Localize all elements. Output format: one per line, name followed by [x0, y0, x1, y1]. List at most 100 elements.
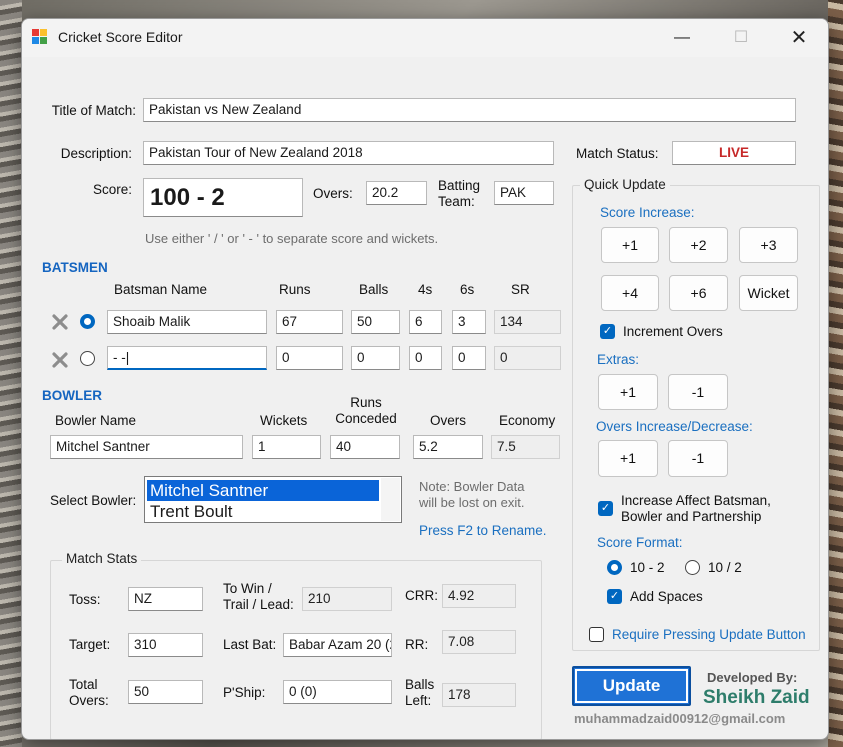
developer-name: Sheikh Zaid — [703, 687, 810, 708]
batsman-2-balls[interactable]: 0 — [351, 346, 400, 370]
bowler-data-note: Note: Bowler Data will be lost on exit. — [419, 479, 525, 510]
batsman-1-sr: 134 — [494, 310, 561, 334]
target-label: Target: — [69, 637, 111, 652]
bowler-overs-input[interactable]: 5.2 — [413, 435, 483, 459]
striker-radio-1[interactable] — [80, 314, 95, 329]
target-input[interactable]: 310 — [128, 633, 203, 657]
score-format-label: Score Format: — [597, 535, 683, 550]
format-dash-radio[interactable] — [607, 560, 622, 575]
add-spaces-checkbox[interactable]: ✓ — [607, 589, 622, 604]
overs-plus-1-button[interactable]: +1 — [598, 440, 658, 477]
description-input[interactable]: Pakistan Tour of New Zealand 2018 — [143, 141, 554, 165]
col-economy: Economy — [499, 413, 556, 428]
maximize-button[interactable]: ☐ — [718, 19, 764, 57]
total-overs-label: Total Overs: — [69, 677, 109, 708]
col-sr: SR — [511, 282, 530, 297]
col-batsman-name: Batsman Name — [114, 282, 208, 297]
increment-overs-checkbox[interactable]: ✓ — [600, 324, 615, 339]
crr-value: 4.92 — [442, 584, 516, 608]
affect-batsman-bowler-label: Increase Affect Batsman, Bowler and Part… — [621, 493, 771, 524]
last-bat-input[interactable]: Babar Azam 20 (2 — [283, 633, 392, 657]
bowler-list-item-2[interactable]: Trent Boult — [147, 501, 379, 522]
col-runs: Runs — [279, 282, 311, 297]
extras-plus-1-button[interactable]: +1 — [598, 374, 658, 410]
score-plus-2-button[interactable]: +2 — [669, 227, 728, 263]
match-status-label: Match Status: — [576, 146, 659, 161]
update-button[interactable]: Update — [572, 666, 691, 706]
bowler-runs-input[interactable]: 40 — [330, 435, 400, 459]
developed-by-label: Developed By: — [707, 670, 798, 685]
app-window: Cricket Score Editor — ☐ ✕ Title of Matc… — [21, 18, 829, 740]
increment-overs-label: Increment Overs — [623, 324, 723, 339]
batsman-1-name[interactable]: Shoaib Malik — [107, 310, 267, 334]
match-status-input[interactable]: LIVE — [672, 141, 796, 165]
batsman-2-sixes[interactable]: 0 — [452, 346, 486, 370]
batsman-2-sr: 0 — [494, 346, 561, 370]
remove-batsman-1-icon[interactable] — [52, 314, 68, 330]
bowler-wickets-input[interactable]: 1 — [252, 435, 321, 459]
rename-hint: Press F2 to Rename. — [419, 523, 547, 538]
batsman-2-fours[interactable]: 0 — [409, 346, 442, 370]
require-update-checkbox[interactable] — [589, 627, 604, 642]
bowler-name-input[interactable]: Mitchel Santner — [50, 435, 243, 459]
desktop-background-right — [828, 0, 843, 747]
bowler-listbox[interactable]: Mitchel Santner Trent Boult — [144, 476, 402, 523]
developer-email: muhammadzaid00912@gmail.com — [574, 711, 786, 726]
toss-input[interactable]: NZ — [128, 587, 203, 611]
format-dash-label: 10 - 2 — [630, 560, 665, 575]
listbox-scrollbar[interactable] — [381, 478, 400, 521]
format-slash-radio[interactable] — [685, 560, 700, 575]
col-bowler-overs: Overs — [430, 413, 467, 428]
title-bar[interactable]: Cricket Score Editor — ☐ ✕ — [22, 19, 828, 57]
overs-input[interactable]: 20.2 — [366, 181, 427, 205]
score-plus-3-button[interactable]: +3 — [739, 227, 798, 263]
close-button[interactable]: ✕ — [776, 19, 822, 57]
score-plus-4-button[interactable]: +4 — [601, 275, 659, 311]
balls-left-value: 178 — [442, 683, 516, 707]
extras-label: Extras: — [597, 352, 640, 367]
crr-label: CRR: — [405, 588, 438, 603]
total-overs-input[interactable]: 50 — [128, 680, 203, 704]
col-bowler-name: Bowler Name — [55, 413, 137, 428]
batsman-1-balls[interactable]: 50 — [351, 310, 400, 334]
batsman-2-name[interactable]: - -| — [107, 346, 267, 370]
score-input[interactable]: 100 - 2 — [143, 178, 303, 217]
batting-team-input[interactable]: PAK — [494, 181, 554, 205]
add-spaces-label: Add Spaces — [630, 589, 703, 604]
extras-minus-1-button[interactable]: -1 — [668, 374, 728, 410]
batsmen-heading: BATSMEN — [42, 260, 108, 275]
overs-label: Overs: — [313, 186, 353, 201]
desktop-background-left — [0, 0, 22, 747]
wicket-button[interactable]: Wicket — [739, 275, 798, 311]
title-of-match-label: Title of Match: — [51, 103, 136, 118]
batsman-1-fours[interactable]: 6 — [409, 310, 442, 334]
striker-radio-2[interactable] — [80, 351, 95, 366]
overs-minus-1-button[interactable]: -1 — [668, 440, 728, 477]
bowler-list-item-1[interactable]: Mitchel Santner — [147, 480, 379, 501]
window-title: Cricket Score Editor — [58, 29, 183, 45]
rr-value: 7.08 — [442, 630, 516, 654]
col-wickets: Wickets — [260, 413, 308, 428]
require-update-label: Require Pressing Update Button — [612, 627, 806, 642]
batsman-2-runs[interactable]: 0 — [276, 346, 343, 370]
batsman-1-sixes[interactable]: 3 — [452, 310, 486, 334]
format-slash-label: 10 / 2 — [708, 560, 742, 575]
remove-batsman-2-icon[interactable] — [52, 352, 68, 368]
batting-team-label: Batting Team: — [438, 178, 481, 209]
pship-label: P'Ship: — [223, 685, 266, 700]
col-balls: Balls — [359, 282, 389, 297]
affect-batsman-bowler-checkbox[interactable]: ✓ — [598, 501, 613, 516]
minimize-button[interactable]: — — [659, 19, 705, 57]
score-format-hint: Use either ' / ' or ' - ' to separate sc… — [145, 231, 439, 246]
score-label: Score: — [93, 182, 133, 197]
col-fours: 4s — [418, 282, 433, 297]
bowler-heading: BOWLER — [42, 388, 102, 403]
col-runs-conceded: Runs Conceded — [335, 395, 397, 426]
batsman-1-runs[interactable]: 67 — [276, 310, 343, 334]
pship-input[interactable]: 0 (0) — [283, 680, 392, 704]
score-plus-1-button[interactable]: +1 — [601, 227, 659, 263]
title-of-match-input[interactable]: Pakistan vs New Zealand — [143, 98, 796, 122]
to-win-label: To Win / Trail / Lead: — [223, 581, 294, 612]
score-plus-6-button[interactable]: +6 — [669, 275, 728, 311]
quick-update-title: Quick Update — [580, 177, 670, 192]
